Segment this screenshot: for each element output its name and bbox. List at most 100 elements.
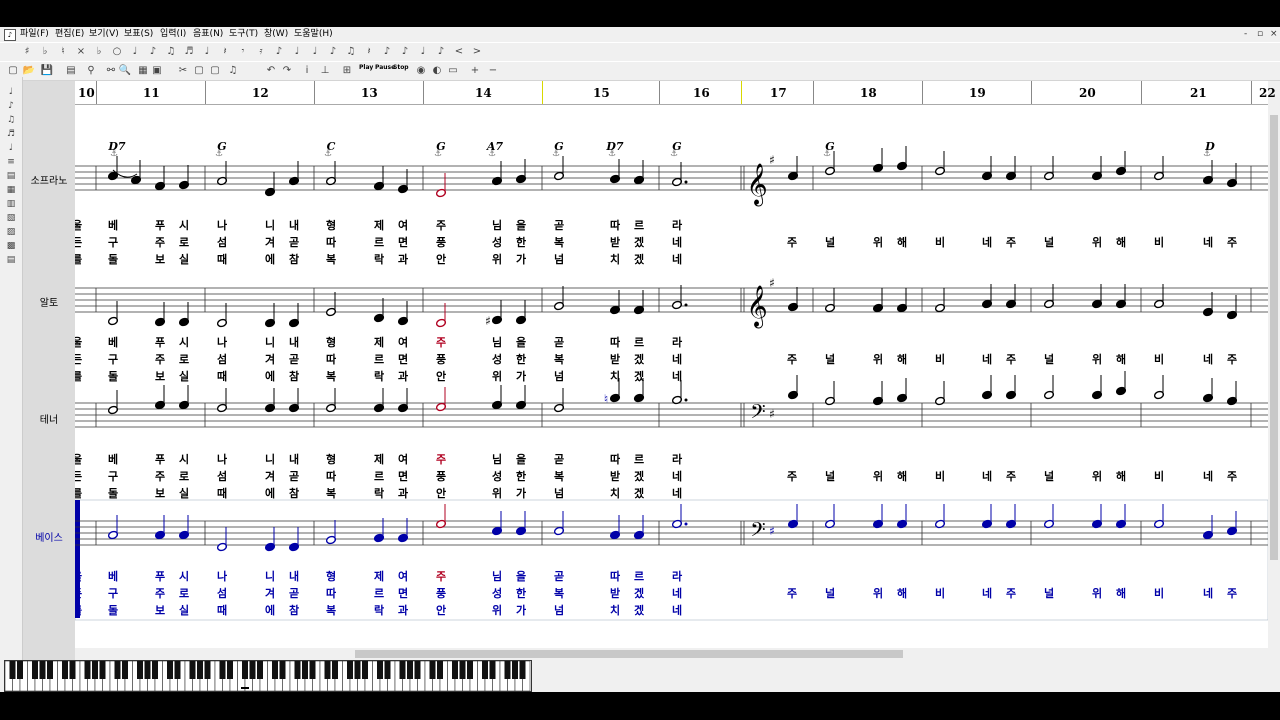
track-label-soprano[interactable]: 소프라노 [23,172,75,187]
note-tool-icon[interactable]: 𝄿 [254,45,268,59]
track-label-bass[interactable]: 베이스 [23,529,75,544]
piano-black-key[interactable] [144,661,151,679]
toolbar-tool-icon[interactable]: 💾 [40,64,54,78]
piano-black-key[interactable] [152,661,158,679]
palette-tool-icon[interactable]: ♪ [4,101,18,111]
toolbar-tool-icon[interactable]: ⊥ [318,64,332,78]
toolbar-tool-icon[interactable]: ▢ [192,64,206,78]
piano-black-key[interactable] [189,661,196,679]
piano-black-key[interactable] [407,661,413,679]
piano-black-key[interactable] [39,661,46,679]
toolbar-tool-icon[interactable]: ▭ [446,64,460,78]
piano-black-key[interactable] [429,661,436,679]
toolbar-tool-icon[interactable]: ▢ [208,64,222,78]
note-tool-icon[interactable]: ♪ [398,45,412,59]
toolbar-tool-icon[interactable]: i [300,64,314,78]
toolbar-tool-icon[interactable]: ▦ [136,64,150,78]
note-tool-icon[interactable]: < [452,45,466,59]
note-tool-icon[interactable]: ♯ [20,45,34,59]
toolbar-tool-icon[interactable]: ✂ [176,64,190,78]
note-tool-icon[interactable]: ♪ [146,45,160,59]
restore-button[interactable]: ▫ [1257,27,1263,41]
note-tool-icon[interactable]: 𝄽 [218,45,232,59]
menu-edit[interactable]: 편집(E) [55,27,84,41]
note-tool-icon[interactable]: ♫ [164,45,178,59]
piano-black-key[interactable] [249,661,256,679]
menu-input[interactable]: 입력(I) [160,27,186,41]
app-icon[interactable]: ♪ [4,29,16,41]
piano-black-key[interactable] [137,661,143,679]
play-button[interactable]: Play [359,64,373,71]
note-tool-icon[interactable]: ♭ [92,45,106,59]
piano-black-key[interactable] [332,661,338,679]
note-tool-icon[interactable]: ♪ [326,45,340,59]
horizontal-scroll-thumb[interactable] [355,650,903,658]
piano-black-key[interactable] [482,661,488,679]
track-label-tenor[interactable]: 테너 [23,411,75,426]
piano-black-key[interactable] [17,661,23,679]
menu-file[interactable]: 파일(F) [20,27,49,41]
note-tool-icon[interactable]: > [470,45,484,59]
palette-tool-icon[interactable]: ▩ [4,241,18,251]
palette-tool-icon[interactable]: ♩ [4,143,18,153]
piano-black-key[interactable] [347,661,353,679]
note-tool-icon[interactable]: ♪ [380,45,394,59]
note-tool-icon[interactable]: ♮ [56,45,70,59]
note-tool-icon[interactable]: ♫ [344,45,358,59]
piano-black-key[interactable] [279,661,286,679]
toolbar-tool-icon[interactable]: 📂 [22,64,36,78]
piano-black-key[interactable] [122,661,128,679]
note-tool-icon[interactable]: ♩ [416,45,430,59]
piano-black-key[interactable] [219,661,226,679]
note-tool-icon[interactable]: ♭ [38,45,52,59]
note-tool-icon[interactable]: ♬ [182,45,196,59]
palette-tool-icon[interactable]: ▤ [4,255,18,265]
menu-note[interactable]: 음표(N) [193,27,223,41]
toolbar-tool-icon[interactable]: − [486,64,500,78]
palette-tool-icon[interactable]: ▤ [4,171,18,181]
toolbar-tool-icon[interactable]: ♫ [226,64,240,78]
piano-black-key[interactable] [452,661,458,679]
piano-black-key[interactable] [512,661,518,679]
piano-black-key[interactable] [294,661,301,679]
piano-black-key[interactable] [467,661,473,679]
toolbar-tool-icon[interactable]: ▢ [6,64,20,78]
piano-keys[interactable] [4,660,531,692]
vertical-scroll-thumb[interactable] [1270,115,1278,560]
piano-black-key[interactable] [377,661,383,679]
piano-black-key[interactable] [204,661,211,679]
piano-black-key[interactable] [32,661,38,679]
menu-help[interactable]: 도움말(H) [294,27,333,41]
piano-black-key[interactable] [504,661,511,679]
menu-staff[interactable]: 보표(S) [124,27,153,41]
track-label-alto[interactable]: 알토 [23,294,75,309]
vertical-scrollbar[interactable] [1268,105,1280,648]
palette-tool-icon[interactable]: ▦ [4,185,18,195]
piano-black-key[interactable] [437,661,443,679]
note-tool-icon[interactable]: ♩ [128,45,142,59]
minimize-button[interactable]: - [1244,27,1247,41]
piano-black-key[interactable] [324,661,331,679]
palette-tool-icon[interactable]: ≡ [4,157,18,167]
piano-black-key[interactable] [399,661,406,679]
piano-black-key[interactable] [354,661,361,679]
palette-tool-icon[interactable]: ♬ [4,129,18,139]
piano-black-key[interactable] [272,661,278,679]
piano-black-key[interactable] [114,661,121,679]
piano-black-key[interactable] [362,661,368,679]
piano-black-key[interactable] [302,661,308,679]
piano-black-key[interactable] [47,661,53,679]
palette-tool-icon[interactable]: ♩ [4,87,18,97]
palette-tool-icon[interactable]: ♫ [4,115,18,125]
piano-black-key[interactable] [84,661,91,679]
note-tool-icon[interactable]: 𝄽 [362,45,376,59]
menu-window[interactable]: 창(W) [264,27,288,41]
palette-tool-icon[interactable]: ▥ [4,199,18,209]
note-tool-icon[interactable]: ♩ [308,45,322,59]
piano-black-key[interactable] [174,661,181,679]
piano-black-key[interactable] [167,661,173,679]
piano-black-key[interactable] [197,661,203,679]
pause-button[interactable]: Pause [375,64,395,71]
toolbar-tool-icon[interactable]: 🔍 [118,64,132,78]
note-tool-icon[interactable]: × [74,45,88,59]
